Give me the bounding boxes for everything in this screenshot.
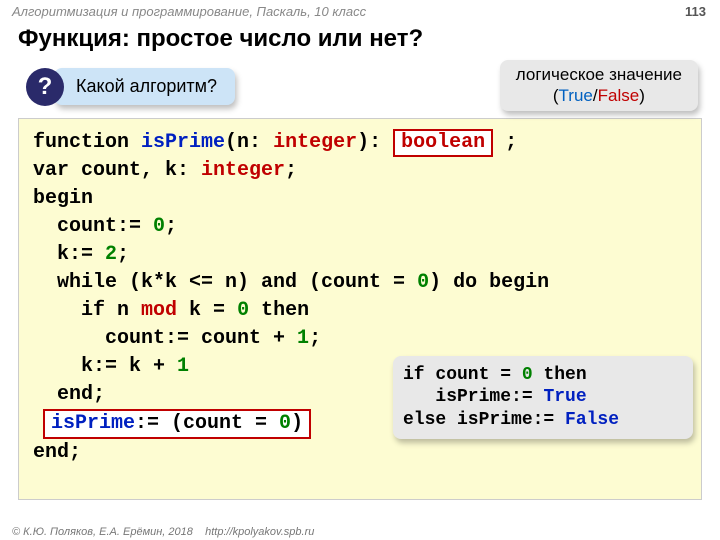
code-line: k:= 2; [33,241,687,269]
false: False [565,410,619,430]
t: if count = [403,365,522,385]
t: (n: [225,131,273,154]
question-mark-icon: ? [38,73,53,101]
num: 0 [279,412,291,435]
t: var count, k: [33,159,201,182]
logic-value-bubble: логическое значение (True/False) [500,60,698,111]
t: while (k*k <= n) and (count = [33,271,417,294]
copyright: © К.Ю. Поляков, Е.А. Ерёмин, 2018 [12,526,193,538]
t: isPrime:= [403,387,543,407]
type: integer [201,159,285,182]
code-line: var count, k: integer; [33,157,687,185]
num: 2 [105,243,117,266]
fn-name: isPrime [51,412,135,435]
header-bar: Алгоритмизация и программирование, Паска… [0,0,720,23]
t: count:= count + [33,327,297,350]
t: function [33,131,141,154]
alt-line: if count = 0 then [403,364,683,387]
code-block: function isPrime(n: integer): boolean ; … [18,118,702,500]
isprime-result-box: isPrime:= (count = 0) [43,409,311,439]
code-line: end; [33,439,687,467]
mod: mod [141,299,177,322]
paren-close: ) [639,86,645,105]
t: ) do begin [429,271,549,294]
code-line: count:= 0; [33,213,687,241]
alternative-code-bubble: if count = 0 then isPrime:= True else is… [393,356,693,440]
question-badge: ? [26,68,64,106]
t: ): [357,131,393,154]
code-line: if n mod k = 0 then [33,297,687,325]
boolean-box: boolean [393,129,493,157]
logic-line1: логическое значение [516,65,682,84]
t: ) [291,412,303,435]
t: k = [177,299,237,322]
t: k:= [33,243,105,266]
alt-line: isPrime:= True [403,386,683,409]
question-bubble: Какой алгоритм? [54,68,235,105]
false-label: False [598,86,640,105]
num: 0 [522,365,533,385]
alt-line: else isPrime:= False [403,409,683,432]
true-label: True [559,86,593,105]
t: count:= [33,215,153,238]
page-number: 113 [685,4,706,19]
t: ; [285,159,297,182]
fn-name: isPrime [141,131,225,154]
code-line: function isPrime(n: integer): boolean ; [33,129,687,157]
t: then [533,365,587,385]
num: 1 [297,327,309,350]
num: 1 [177,355,189,378]
t: then [249,299,309,322]
code-line: count:= count + 1; [33,325,687,353]
footer-url: http://kpolyakov.spb.ru [205,526,314,538]
t: ; [117,243,129,266]
t: ; [309,327,321,350]
t: if n [33,299,141,322]
true: True [543,387,586,407]
t: ; [165,215,177,238]
t: else isPrime:= [403,410,565,430]
num: 0 [237,299,249,322]
slide-title: Функция: простое число или нет? [0,23,720,59]
code-line: begin [33,185,687,213]
header-text: Алгоритмизация и программирование, Паска… [12,4,366,19]
num: 0 [153,215,165,238]
footer: © К.Ю. Поляков, Е.А. Ерёмин, 2018 http:/… [12,526,314,538]
type: integer [273,131,357,154]
t: ; [493,131,517,154]
code-line: while (k*k <= n) and (count = 0) do begi… [33,269,687,297]
num: 0 [417,271,429,294]
t: := (count = [135,412,279,435]
t: k:= k + [33,355,177,378]
